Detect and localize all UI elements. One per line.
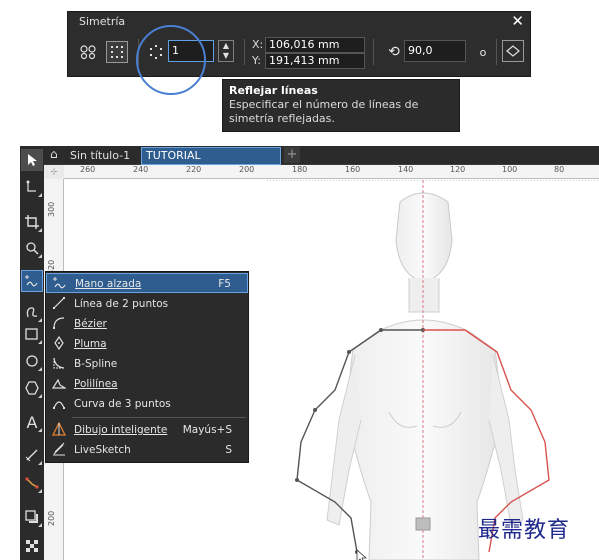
ruler-label: 160 — [345, 165, 361, 174]
pick-tool-icon[interactable] — [21, 149, 43, 171]
ruler-label: 140 — [398, 165, 414, 174]
ruler-label: 200 — [47, 510, 56, 526]
degree-unit: o — [479, 45, 487, 59]
menu-item-b-spline[interactable]: B-Spline — [46, 354, 248, 374]
menu-item-label: Mano alzada — [75, 278, 142, 290]
home-icon[interactable]: ⌂ — [50, 147, 58, 161]
add-tab-button[interactable]: + — [284, 147, 300, 163]
tooltip-title: Reflejar líneas — [229, 84, 318, 97]
y-label: Y: — [252, 54, 261, 67]
tab-tutorial-simetria[interactable]: TUTORIAL SIMETRIA.c...* — [141, 147, 281, 177]
text-tool-icon[interactable]: A — [21, 411, 43, 433]
transparency-tool-icon[interactable] — [21, 535, 43, 557]
parallel-dimension-icon[interactable] — [21, 444, 43, 466]
ruler-label: 100 — [502, 165, 518, 174]
pen-icon — [50, 334, 68, 354]
ellipse-tool-icon[interactable] — [21, 350, 43, 372]
menu-item-label: LiveSketch — [74, 444, 131, 456]
connector-tool-icon[interactable] — [21, 472, 43, 494]
freehand-icon — [51, 274, 69, 294]
toolbox: A — [20, 146, 44, 560]
toolbar-divider — [496, 39, 497, 65]
horizontal-ruler: 260 240 220 200 180 160 140 120 100 80 — [64, 165, 599, 179]
y-position-field[interactable]: 191,413 mm — [265, 53, 365, 69]
x-position-field[interactable]: 106,016 mm — [265, 37, 365, 53]
zoom-tool-icon[interactable] — [21, 237, 43, 259]
menu-item-polilinea[interactable]: Polilínea — [46, 374, 248, 394]
ruler-label: 220 — [186, 165, 202, 174]
polyline-icon — [50, 374, 68, 394]
menu-item-label: Dibujo inteligente — [74, 424, 168, 436]
ruler-label: 260 — [80, 165, 96, 174]
ruler-label: 180 — [292, 165, 308, 174]
menu-item-label: Curva de 3 puntos — [74, 398, 171, 410]
menu-item-curva-3-puntos[interactable]: Curva de 3 puntos — [46, 394, 248, 414]
livesketch-icon — [50, 440, 68, 460]
shape-tool-icon[interactable] — [21, 176, 43, 198]
ruler-origin-icon[interactable]: ⊹ — [44, 165, 64, 179]
toolbar-divider — [373, 39, 374, 65]
menu-item-linea-2-puntos[interactable]: Línea de 2 puntos — [46, 294, 248, 314]
mirror-diamond-icon[interactable] — [502, 40, 524, 62]
menu-item-label: B-Spline — [74, 358, 118, 370]
menu-item-livesketch[interactable]: LiveSketch S — [46, 440, 248, 460]
watermark-logo: 最需教育 — [478, 518, 571, 543]
crop-tool-icon[interactable] — [21, 211, 43, 233]
menu-item-mano-alzada[interactable]: Mano alzada F5 — [46, 273, 248, 293]
rectangle-tool-icon[interactable] — [21, 323, 43, 345]
ruler-label: 300 — [47, 201, 56, 217]
rotation-angle-field[interactable]: 90,0 — [404, 40, 466, 62]
two-point-line-icon — [50, 294, 68, 314]
document-tabs: ⌂ Sin título-1 TUTORIAL SIMETRIA.c...* + — [44, 146, 599, 177]
bspline-icon — [50, 354, 68, 374]
smart-drawing-icon — [50, 420, 68, 440]
shadow-tool-icon[interactable] — [21, 506, 43, 528]
menu-item-bezier[interactable]: Bézier — [46, 314, 248, 334]
three-point-curve-icon — [50, 394, 68, 414]
highlight-circle — [136, 25, 206, 95]
tab-sin-titulo[interactable]: Sin título-1 — [66, 147, 134, 165]
toolbar-divider — [244, 39, 245, 65]
menu-item-label: Bézier — [74, 318, 107, 330]
menu-item-shortcut: S — [225, 444, 232, 456]
bezier-icon — [50, 314, 68, 334]
close-icon[interactable]: ✕ — [511, 12, 524, 30]
ruler-label: 200 — [239, 165, 255, 174]
symmetry-presets-icon[interactable] — [77, 41, 99, 63]
ruler-label: 120 — [450, 165, 466, 174]
menu-item-label: Pluma — [74, 338, 107, 350]
curve-tools-flyout: Mano alzada F5 Línea de 2 puntos Bézier … — [45, 271, 249, 463]
menu-item-dibujo-inteligente[interactable]: Dibujo inteligente Mayús+S — [46, 420, 248, 440]
toolbar-title: Simetría — [79, 15, 126, 28]
x-label: X: — [252, 38, 264, 51]
menu-divider — [72, 417, 246, 418]
symmetry-grid-icon[interactable] — [106, 41, 128, 63]
tooltip-body: Especificar el número de líneas de simet… — [229, 98, 419, 125]
reflect-lines-stepper[interactable]: ▲ ▼ — [218, 40, 234, 62]
menu-item-shortcut: F5 — [218, 278, 231, 290]
menu-item-label: Línea de 2 puntos — [74, 298, 169, 310]
artistic-media-icon[interactable] — [21, 301, 43, 323]
rotation-icon: ⟲ — [388, 44, 400, 60]
ruler-label: 80 — [554, 165, 565, 174]
tooltip: Reflejar líneas Especificar el número de… — [222, 79, 460, 132]
menu-item-shortcut: Mayús+S — [182, 424, 232, 436]
freehand-tool-icon[interactable] — [21, 270, 43, 292]
ruler-label: 240 — [133, 165, 149, 174]
polygon-tool-icon[interactable] — [21, 377, 43, 399]
menu-item-label: Polilínea — [74, 378, 118, 390]
menu-item-pluma[interactable]: Pluma — [46, 334, 248, 354]
